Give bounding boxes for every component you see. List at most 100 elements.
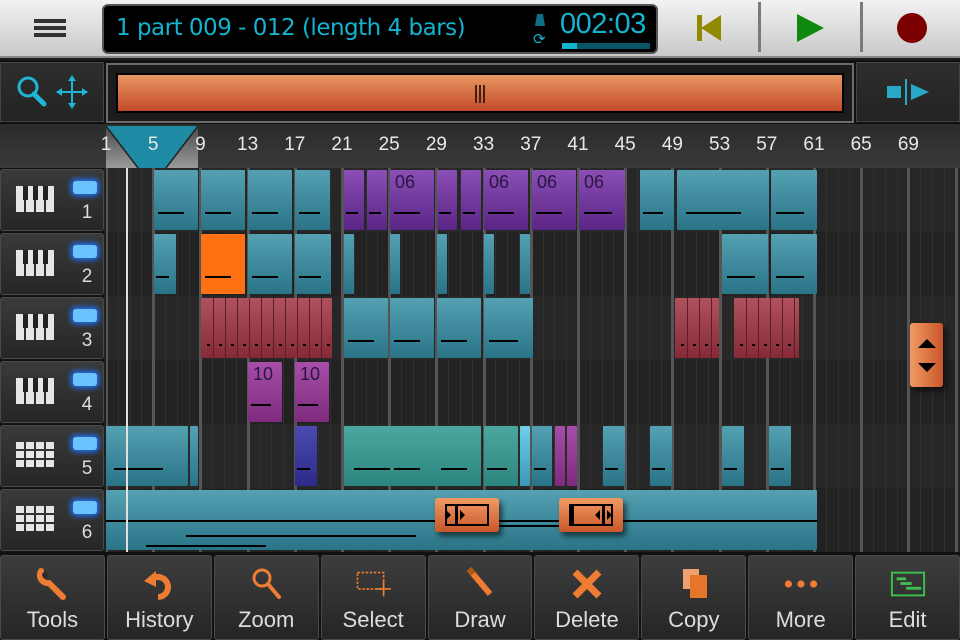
track-active-led[interactable]	[73, 309, 97, 322]
rewind-button[interactable]	[660, 2, 760, 54]
track-header-5[interactable]: 5	[0, 425, 104, 487]
track-active-led[interactable]	[73, 245, 97, 258]
clip[interactable]	[248, 170, 292, 230]
song-overview-scroller[interactable]	[106, 63, 854, 123]
clip[interactable]	[437, 170, 457, 230]
clip-end-resize-handle[interactable]	[559, 498, 623, 532]
clip[interactable]	[555, 426, 565, 486]
clip[interactable]	[640, 170, 674, 230]
clip[interactable]	[722, 234, 768, 294]
track-active-led[interactable]	[73, 181, 97, 194]
clip[interactable]	[437, 234, 447, 294]
more-button[interactable]: More	[748, 555, 854, 640]
overview-strip[interactable]	[116, 73, 844, 113]
play-button[interactable]	[760, 2, 860, 54]
clip[interactable]	[201, 234, 245, 294]
clip[interactable]	[484, 234, 494, 294]
clip[interactable]	[722, 426, 744, 486]
arrangement-grid[interactable]: 06 06 06 06 10 10	[106, 168, 960, 552]
clip[interactable]	[650, 426, 672, 486]
track-header-3[interactable]: 3	[0, 297, 104, 359]
clip[interactable]	[677, 170, 769, 230]
clip[interactable]	[390, 426, 434, 486]
loop-icon[interactable]: ⟳	[533, 32, 546, 47]
edit-button[interactable]: Edit	[855, 555, 960, 640]
clip[interactable]	[734, 298, 799, 358]
clip[interactable]	[437, 298, 481, 358]
clip[interactable]	[201, 298, 332, 358]
clip[interactable]	[390, 298, 434, 358]
note	[487, 468, 507, 470]
history-button[interactable]: History	[106, 555, 212, 640]
note	[776, 212, 804, 214]
clip[interactable]	[675, 298, 719, 358]
clip[interactable]	[437, 426, 481, 486]
track-vertical-scroll[interactable]	[910, 323, 943, 387]
magnifier-icon	[248, 566, 284, 602]
clip[interactable]	[461, 170, 481, 230]
clip[interactable]	[771, 170, 817, 230]
clip[interactable]	[567, 426, 577, 486]
scroll-grip-handle[interactable]	[472, 85, 488, 103]
button-label: Select	[342, 607, 404, 632]
clip[interactable]	[367, 170, 387, 230]
track-number: 3	[81, 330, 93, 351]
track-header-4[interactable]: 4	[0, 361, 104, 423]
menu-button[interactable]	[0, 0, 100, 56]
metronome-icon[interactable]	[535, 14, 545, 26]
clip[interactable]	[201, 170, 245, 230]
track-active-led[interactable]	[73, 373, 97, 386]
clip[interactable]	[344, 234, 354, 294]
clip[interactable]	[295, 426, 317, 486]
scroll-up-icon[interactable]	[918, 339, 936, 348]
track-active-led[interactable]	[73, 437, 97, 450]
record-button[interactable]	[862, 2, 960, 54]
clip[interactable]	[771, 234, 817, 294]
split-view-button[interactable]	[856, 62, 960, 122]
clip[interactable]	[532, 426, 552, 486]
zoom-move-tool-button[interactable]	[0, 62, 104, 122]
clip[interactable]	[154, 234, 176, 294]
delete-button[interactable]: Delete	[534, 555, 640, 640]
clip[interactable]	[484, 426, 518, 486]
clip[interactable]	[484, 298, 533, 358]
clip[interactable]	[248, 234, 292, 294]
draw-button[interactable]: Draw	[427, 555, 533, 640]
lcd-display[interactable]: 1 part 009 - 012 (length 4 bars) ⟳ 002:0…	[102, 4, 658, 54]
ruler-bar-1: 1	[100, 134, 112, 155]
zoom-button[interactable]: Zoom	[213, 555, 319, 640]
note	[693, 344, 696, 346]
clip[interactable]	[390, 234, 400, 294]
clip[interactable]	[295, 170, 330, 230]
clip[interactable]	[769, 426, 791, 486]
track-header-1[interactable]: 1	[0, 169, 104, 231]
clip[interactable]	[344, 298, 388, 358]
clip[interactable]	[603, 426, 625, 486]
playhead[interactable]	[126, 168, 128, 552]
track-active-led[interactable]	[73, 501, 97, 514]
track-header-6[interactable]: 6	[0, 489, 104, 551]
clip[interactable]	[520, 234, 530, 294]
ruler-bar-13: 13	[237, 134, 259, 155]
track-header-2[interactable]: 2	[0, 233, 104, 295]
clip[interactable]	[106, 426, 188, 486]
track-lane-4[interactable]	[106, 360, 960, 424]
clip[interactable]: 06	[532, 170, 576, 230]
button-label: Edit	[888, 607, 927, 632]
scroll-down-icon[interactable]	[918, 363, 936, 372]
clip[interactable]: 06	[390, 170, 434, 230]
clip[interactable]: 10	[295, 362, 329, 422]
clip[interactable]	[295, 234, 331, 294]
clip[interactable]	[344, 170, 364, 230]
select-button[interactable]: Select	[320, 555, 426, 640]
clip[interactable]: 06	[484, 170, 528, 230]
clip[interactable]	[520, 426, 530, 486]
clip[interactable]: 06	[579, 170, 625, 230]
copy-button[interactable]: Copy	[641, 555, 747, 640]
note	[243, 344, 246, 346]
clip[interactable]	[154, 170, 198, 230]
tools-button[interactable]: Tools	[0, 555, 105, 640]
clip[interactable]: 10	[248, 362, 282, 422]
clip[interactable]	[190, 426, 198, 486]
clip-start-resize-handle[interactable]	[435, 498, 499, 532]
